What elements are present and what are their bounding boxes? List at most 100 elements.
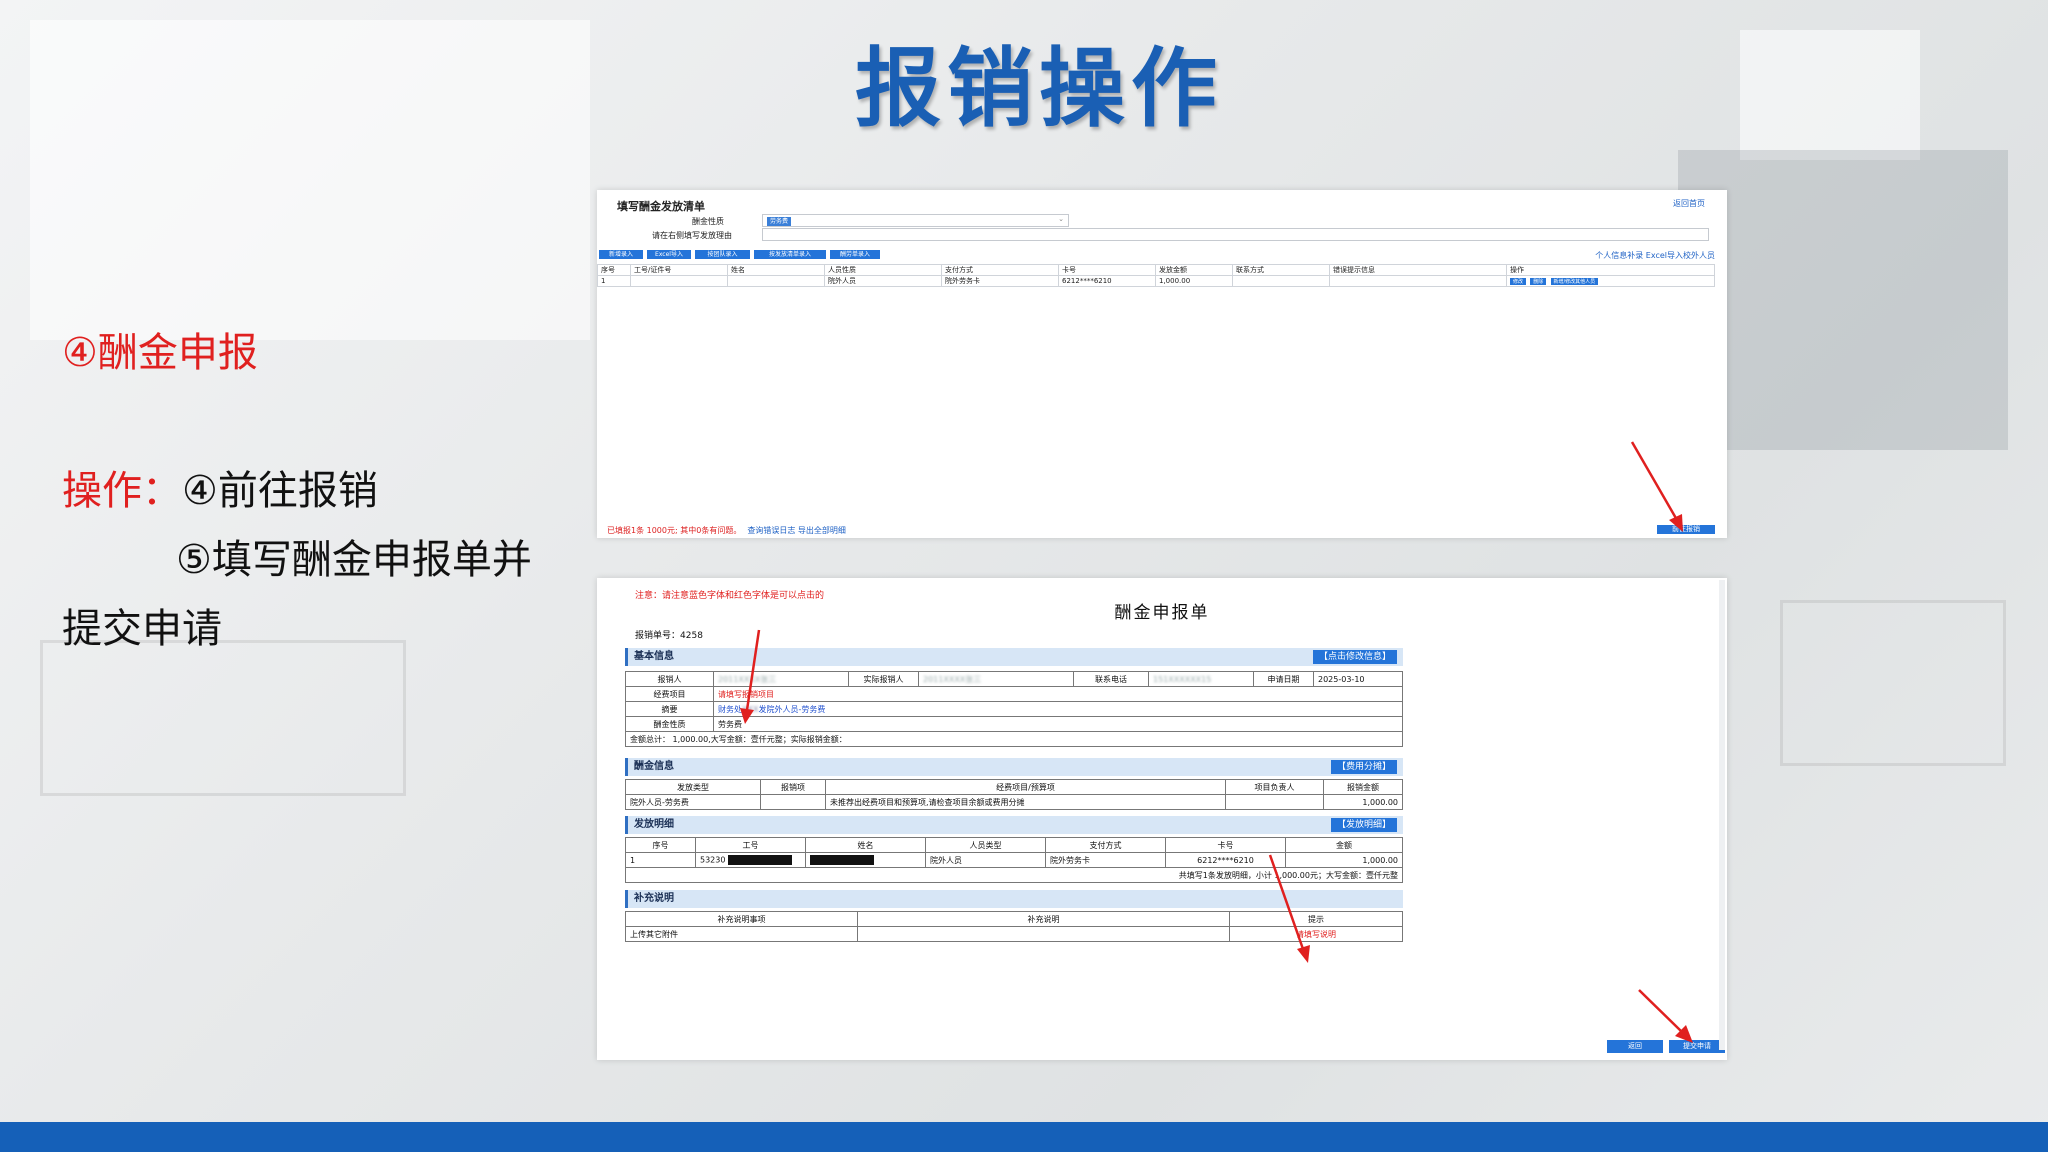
col-id: 工号/证件号 bbox=[630, 264, 728, 276]
section-pay-title: 酬金信息 bbox=[634, 761, 674, 772]
col-actions: 操作 bbox=[1506, 264, 1715, 276]
pay-item bbox=[760, 794, 826, 810]
operation-line-2: ⑤填写酬金申报单并 bbox=[176, 537, 532, 583]
extra-desc bbox=[857, 926, 1230, 942]
add-other-button[interactable]: 新增/修改其他人员 bbox=[1550, 278, 1599, 285]
background-blackboard bbox=[1678, 150, 2008, 450]
pay-type: 院外人员-劳务费 bbox=[625, 794, 761, 810]
edit-info-button[interactable]: 【点击修改信息】 bbox=[1312, 650, 1397, 664]
detail-no: 1 bbox=[625, 852, 696, 868]
cell-amount: 1,000.00 bbox=[1155, 275, 1233, 287]
detail-pay: 院外劳务卡 bbox=[1045, 852, 1166, 868]
phone-value: 151XXXXXX15 bbox=[1148, 671, 1254, 687]
detail-col-id: 工号 bbox=[695, 837, 806, 853]
operation-line-3: 提交申请 bbox=[62, 606, 222, 652]
pay-col-leader: 项目负责人 bbox=[1225, 779, 1324, 795]
col-no: 序号 bbox=[597, 264, 631, 276]
table-header-row: 序号 工号/证件号 姓名 人员性质 支付方式 卡号 发放金额 联系方式 错误提示… bbox=[597, 264, 1715, 276]
form-screen-screenshot: 注意：请注意蓝色字体和红色字体是可以点击的 酬金申报单 报销单号：4258 基本… bbox=[597, 578, 1727, 1060]
right-links[interactable]: 个人信息补录 Excel导入校外人员 bbox=[1595, 250, 1715, 261]
detail-id-cell: 53230 bbox=[695, 852, 806, 868]
pay-header-row: 发放类型 报销项 经费项目/预算项 项目负责人 报销金额 bbox=[625, 779, 1403, 795]
detail-button[interactable]: 【发放明细】 bbox=[1330, 818, 1397, 832]
operation-step-4: ④前往报销 bbox=[182, 468, 378, 514]
section-extra-title: 补充说明 bbox=[634, 893, 674, 904]
nature-select[interactable]: 劳务费 ⌄ bbox=[762, 214, 1069, 227]
phone-label: 联系电话 bbox=[1073, 671, 1149, 687]
date-value: 2025-03-10 bbox=[1313, 671, 1403, 687]
redaction-bar bbox=[810, 855, 874, 865]
toolbar-excel-button[interactable]: Excel导入 bbox=[647, 250, 691, 259]
total-amount: 金额总计： 1,000.00,大写金额：壹仟元整；实际报销金额： bbox=[625, 731, 1403, 747]
edit-row-button[interactable]: 修改 bbox=[1510, 278, 1527, 285]
cell-actions: 修改 删除 新增/修改其他人员 bbox=[1506, 275, 1715, 287]
toolbar-list-button[interactable]: 按发放清单录入 bbox=[754, 250, 826, 259]
form-title: 酬金申报单 bbox=[1114, 603, 1210, 623]
col-name: 姓名 bbox=[727, 264, 825, 276]
toolbar-labor-button[interactable]: 酬劳单录入 bbox=[830, 250, 880, 259]
slide-title: 报销操作 bbox=[855, 39, 1223, 139]
list-footer: 已填报1条 1000元; 其中0条有问题。 查询错误日志 导出全部明细 bbox=[607, 525, 846, 536]
list-screen-screenshot: 填写酬金发放清单 返回首页 酬金性质 劳务费 ⌄ 请在右侧填写发放理由 新增录入… bbox=[597, 190, 1727, 538]
pay-amount: 1,000.00 bbox=[1323, 794, 1403, 810]
actual-value: 2011XXXX张三 bbox=[918, 671, 1074, 687]
pay-col-type: 发放类型 bbox=[625, 779, 761, 795]
project-label: 经费项目 bbox=[625, 686, 714, 702]
reason-input[interactable] bbox=[762, 228, 1709, 241]
table-row: 1 院外人员 院外劳务卡 6212****6210 1,000.00 修改 删除… bbox=[597, 275, 1715, 287]
project-link[interactable]: 请填写报销项目 bbox=[713, 686, 1403, 702]
field-nature-label: 酬金性质 bbox=[692, 217, 724, 226]
redaction-bar bbox=[728, 855, 792, 865]
summary-suffix: 发院外人员-劳务费 bbox=[758, 704, 826, 714]
pay-info-table: 发放类型 报销项 经费项目/预算项 项目负责人 报销金额 院外人员-劳务费 未推… bbox=[625, 779, 1403, 810]
slide-bottom-bar bbox=[0, 1122, 2048, 1152]
form-number-value: 4258 bbox=[680, 631, 703, 641]
col-contact: 联系方式 bbox=[1232, 264, 1330, 276]
background-window bbox=[30, 20, 590, 340]
red-arrow-icon bbox=[1638, 989, 1693, 1043]
red-arrow-icon bbox=[740, 629, 761, 724]
toolbar-team-button[interactable]: 按团队录入 bbox=[695, 250, 750, 259]
scrollbar[interactable] bbox=[1719, 580, 1725, 1050]
basic-row-5: 金额总计： 1,000.00,大写金额：壹仟元整；实际报销金额： bbox=[625, 731, 1403, 747]
operation-line-1: 操作：④前往报销 bbox=[62, 458, 378, 516]
col-amount: 发放金额 bbox=[1155, 264, 1233, 276]
col-pay: 支付方式 bbox=[941, 264, 1059, 276]
section-pay-info: 酬金信息 【费用分摊】 bbox=[625, 758, 1403, 776]
extra-item: 上传其它附件 bbox=[625, 926, 858, 942]
detail-id: 53230 bbox=[700, 855, 726, 865]
red-arrow-icon bbox=[1268, 854, 1310, 963]
red-arrow-icon bbox=[1630, 441, 1683, 532]
pay-project: 未推荐出经费项目和预算项,请检查项目余额或费用分摊 bbox=[825, 794, 1226, 810]
col-card: 卡号 bbox=[1058, 264, 1156, 276]
list-table: 序号 工号/证件号 姓名 人员性质 支付方式 卡号 发放金额 联系方式 错误提示… bbox=[597, 264, 1715, 287]
cell-id bbox=[630, 275, 728, 287]
pay-col-item: 报销项 bbox=[760, 779, 826, 795]
background-window bbox=[1740, 30, 1920, 160]
toolbar-new-button[interactable]: 新增录入 bbox=[599, 250, 643, 259]
cell-card: 6212****6210 bbox=[1058, 275, 1156, 287]
back-home-link[interactable]: 返回首页 bbox=[1673, 198, 1705, 209]
col-type: 人员性质 bbox=[824, 264, 942, 276]
cost-split-button[interactable]: 【费用分摊】 bbox=[1330, 760, 1397, 774]
delete-row-button[interactable]: 删除 bbox=[1530, 278, 1547, 285]
footer-links[interactable]: 查询错误日志 导出全部明细 bbox=[747, 526, 846, 535]
cell-no: 1 bbox=[597, 275, 631, 287]
col-error: 错误提示信息 bbox=[1329, 264, 1507, 276]
form-number: 报销单号：4258 bbox=[635, 628, 703, 641]
detail-col-name: 姓名 bbox=[805, 837, 926, 853]
cell-name bbox=[727, 275, 825, 287]
chevron-down-icon: ⌄ bbox=[1058, 215, 1064, 223]
applicant-label: 报销人 bbox=[625, 671, 714, 687]
detail-col-type: 人员类型 bbox=[925, 837, 1046, 853]
summary-link[interactable]: 财务处XXX发院外人员-劳务费 bbox=[713, 701, 1403, 717]
detail-col-no: 序号 bbox=[625, 837, 696, 853]
pay-col-project: 经费项目/预算项 bbox=[825, 779, 1226, 795]
cell-type: 院外人员 bbox=[824, 275, 942, 287]
list-title: 填写酬金发放清单 bbox=[617, 200, 705, 213]
form-number-label: 报销单号： bbox=[635, 631, 681, 641]
nature-value: 劳务费 bbox=[713, 716, 1403, 732]
summary-label: 摘要 bbox=[625, 701, 714, 717]
section-detail: 发放明细 【发放明细】 bbox=[625, 816, 1403, 834]
pay-col-amount: 报销金额 bbox=[1323, 779, 1403, 795]
